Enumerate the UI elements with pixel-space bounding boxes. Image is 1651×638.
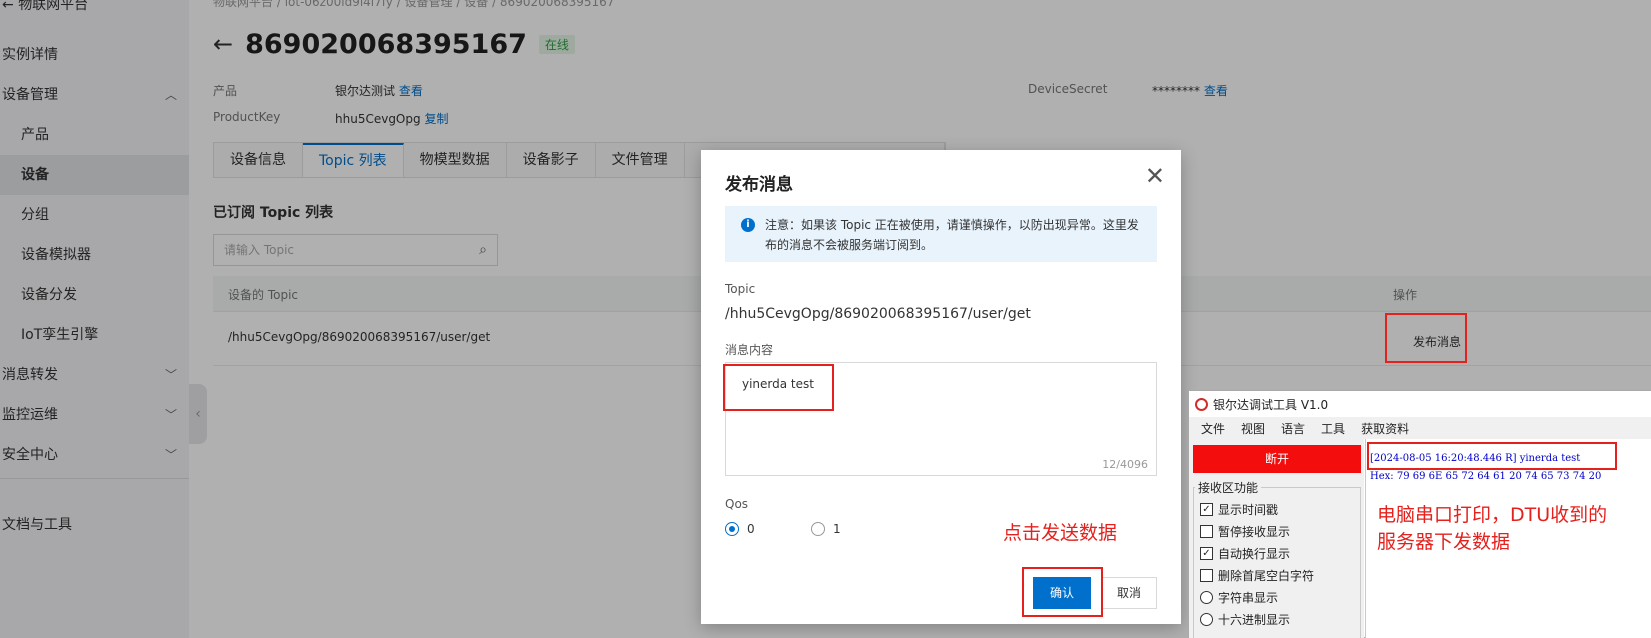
log-line-hex: Hex: 79 69 6E 65 72 64 61 20 74 65 73 74… [1370,471,1602,482]
tool-title: 银尔达调试工具 V1.0 [1213,397,1329,412]
menu-file[interactable]: 文件 [1201,420,1225,437]
topic-label: Topic [725,282,756,296]
option-pause-receive[interactable]: 暂停接收显示 [1200,523,1290,540]
notice-text: 注意：如果该 Topic 正在被使用，请谨慎操作，以防出现异常。这里发布的消息不… [765,218,1139,252]
close-icon[interactable]: ✕ [1145,164,1165,188]
char-count: 12/4096 [1102,458,1148,471]
qos-option-0[interactable]: 0 [725,522,755,536]
menu-tools[interactable]: 工具 [1321,420,1345,437]
menu-language[interactable]: 语言 [1281,420,1305,437]
qos-option-label: 1 [833,522,841,536]
info-icon: i [741,218,755,232]
option-label: 删除首尾空白字符 [1218,569,1315,583]
option-label: 字符串显示 [1218,591,1279,605]
annotation-click-send: 点击发送数据 [1003,522,1118,544]
option-label: 十六进制显示 [1218,613,1291,627]
annotation-serial-note-2: 服务器下发数据 [1377,531,1511,553]
qos-option-label: 0 [747,522,755,536]
radio-unchecked-icon [811,522,825,536]
disconnect-button[interactable]: 断开 [1193,445,1361,473]
checkbox-unchecked-icon [1200,525,1213,538]
option-show-timestamp[interactable]: ✓ 显示时间戳 [1200,501,1278,518]
qos-option-1[interactable]: 1 [811,522,841,536]
annotation-serial-note-1: 电脑串口打印，DTU收到的 [1377,504,1608,526]
content-label: 消息内容 [725,343,774,357]
checkbox-checked-icon: ✓ [1200,547,1213,560]
app-logo-icon [1195,397,1208,411]
option-label: 暂停接收显示 [1218,525,1291,539]
option-auto-wrap[interactable]: ✓ 自动换行显示 [1200,545,1290,562]
cancel-button[interactable]: 取消 [1101,577,1157,609]
annotation-highlight-publish-link [1385,313,1467,363]
menu-view[interactable]: 视图 [1241,420,1265,437]
tool-titlebar[interactable]: 银尔达调试工具 V1.0 [1189,391,1651,417]
radio-unchecked-icon [1200,591,1213,604]
tool-control-panel: 断开 接收区功能 ✓ 显示时间戳 暂停接收显示 ✓ 自动换行显示 删除首尾空白字符 … [1189,439,1364,638]
option-label: 自动换行显示 [1218,547,1291,561]
radio-checked-icon [725,522,739,536]
qos-label: Qos [725,497,749,511]
topic-value: /hhu5CevgOpg/869020068395167/user/get [725,306,1031,322]
receive-group-title: 接收区功能 [1195,479,1262,496]
annotation-highlight-content [723,364,834,411]
dialog-title: 发布消息 [725,175,793,195]
checkbox-unchecked-icon [1200,569,1213,582]
tool-menubar: 文件 视图 语言 工具 获取资料 [1189,417,1651,439]
option-label: 显示时间戳 [1218,503,1279,517]
notice-banner: i 注意：如果该 Topic 正在被使用，请谨慎操作，以防出现异常。这里发布的消… [725,206,1157,262]
option-trim-whitespace[interactable]: 删除首尾空白字符 [1200,567,1314,584]
menu-get-resources[interactable]: 获取资料 [1361,420,1409,437]
checkbox-checked-icon: ✓ [1200,503,1213,516]
annotation-highlight-confirm [1022,567,1103,617]
annotation-highlight-log [1367,442,1617,470]
option-hex-display[interactable]: 十六进制显示 [1200,611,1290,628]
option-string-display[interactable]: 字符串显示 [1200,589,1278,606]
radio-unchecked-icon [1200,613,1213,626]
